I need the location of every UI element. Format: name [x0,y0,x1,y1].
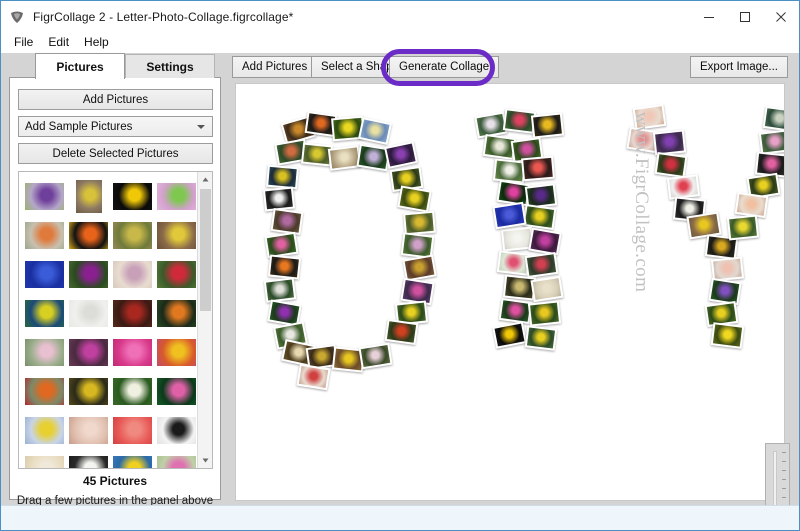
collage-photo-tile [267,254,302,280]
menu-item-help[interactable]: Help [78,33,118,52]
toolbar-add-pictures-button[interactable]: Add Pictures [232,56,318,78]
thumbnail-item[interactable] [157,221,196,249]
thumbnail-item[interactable] [113,299,152,327]
generate-collage-button[interactable]: Generate Collage [389,56,500,78]
toolbar: Add Pictures Select a Shape Generate Col… [229,49,791,86]
thumbnail-item[interactable] [113,182,152,210]
collage-photo-tile [296,363,331,391]
watermark-text: www.FigrCollage.com [631,111,652,293]
collage-photo-tile [527,300,562,327]
thumbnail-item[interactable] [25,260,64,288]
thumbnail-item[interactable] [25,221,64,249]
thumbnail-item[interactable] [157,455,196,468]
collage-photo-tile [528,227,562,256]
thumbnail-item[interactable] [75,179,102,213]
status-bar [1,505,799,530]
title-bar: FigrCollage 2 - Letter-Photo-Collage.fig… [1,1,799,32]
collage-photo-tile [530,275,564,303]
collage-stage [236,84,784,500]
collage-photo-tile [492,321,527,349]
window-controls [691,1,799,32]
thumbnail-scrollbar[interactable] [197,172,212,468]
thumbnail-item[interactable] [69,377,108,405]
collage-photo-tile [654,152,688,178]
collage-photo-tile [327,145,362,171]
collage-canvas[interactable]: www.FigrCollage.com [235,83,785,501]
thumbnail-item[interactable] [113,221,152,249]
add-pictures-button[interactable]: Add Pictures [18,89,213,110]
thumbnail-list[interactable] [18,171,213,469]
collage-photo-tile [403,210,436,236]
thumbnail-item[interactable] [113,260,152,288]
menu-item-edit[interactable]: Edit [42,33,78,52]
figrcollage-logo-icon [9,9,25,25]
collage-photo-tile [762,105,784,133]
thumbnail-item[interactable] [157,182,196,210]
pictures-panel: Add Pictures Add Sample Pictures Delete … [9,77,221,507]
collage-photo-tile [521,155,555,182]
add-sample-pictures-label: Add Sample Pictures [25,120,133,133]
window-title: FigrCollage 2 - Letter-Photo-Collage.fig… [33,9,294,24]
collage-photo-tile [262,186,296,212]
thumbnail-item[interactable] [25,299,64,327]
main-body: Pictures Settings Add Pictures Add Sampl… [1,49,799,530]
add-sample-pictures-dropdown[interactable]: Add Sample Pictures [18,116,213,137]
collage-photo-tile [384,141,418,169]
chevron-up-icon[interactable] [198,172,212,187]
thumbnail-item[interactable] [25,455,64,468]
chevron-down-icon [197,124,205,129]
application-window: FigrCollage 2 - Letter-Photo-Collage.fig… [0,0,800,531]
thumbnail-item[interactable] [157,260,196,288]
collage-photo-tile [270,208,304,235]
collage-photo-tile [263,277,297,303]
collage-photo-tile [708,277,742,306]
collage-photo-tile [666,174,701,200]
thumbnail-item[interactable] [157,299,196,327]
collage-photo-tile [358,342,393,370]
maximize-icon[interactable] [727,1,763,32]
close-icon[interactable] [763,1,799,32]
collage-photo-tile [758,129,784,155]
collage-photo-tile [384,318,419,346]
menu-item-file[interactable]: File [8,33,42,52]
thumbnail-item[interactable] [113,338,152,366]
thumbnail-item[interactable] [157,416,196,444]
thumbnail-item[interactable] [69,338,108,366]
collage-photo-tile [397,185,432,213]
collage-photo-tile [492,201,527,230]
tab-pictures[interactable]: Pictures [35,53,125,79]
collage-photo-tile [266,164,299,190]
collage-photo-tile [710,322,745,349]
thumbnail-item[interactable] [69,299,108,327]
thumbnail-item[interactable] [69,416,108,444]
thumbnail-item[interactable] [25,377,64,405]
scrollbar-thumb[interactable] [200,189,211,311]
tab-settings[interactable]: Settings [125,54,215,78]
chevron-down-icon[interactable] [198,453,212,468]
thumbnail-item[interactable] [113,455,152,468]
delete-selected-pictures-button[interactable]: Delete Selected Pictures [18,143,213,164]
menu-bar: File Edit Help [1,32,799,53]
thumbnail-item[interactable] [157,338,196,366]
collage-photo-tile [358,117,392,145]
collage-photo-tile [524,251,559,279]
thumbnail-item[interactable] [25,416,64,444]
thumbnail-item[interactable] [69,221,108,249]
thumbnail-item[interactable] [113,416,152,444]
thumbnail-item[interactable] [69,455,108,468]
minimize-icon[interactable] [691,1,727,32]
collage-photo-tile [498,297,533,325]
thumbnail-item[interactable] [157,377,196,405]
export-image-button[interactable]: Export Image... [690,56,788,78]
collage-photo-tile [726,214,760,241]
thumbnail-item[interactable] [69,260,108,288]
tab-strip: Pictures Settings [9,53,221,79]
collage-photo-tile [530,112,565,139]
thumbnail-item[interactable] [25,182,64,210]
picture-count-label: 45 Pictures [82,474,148,488]
thumbnail-item[interactable] [113,377,152,405]
thumbnail-item[interactable] [25,338,64,366]
collage-photo-tile [524,325,558,351]
thumbnail-grid [19,172,199,468]
